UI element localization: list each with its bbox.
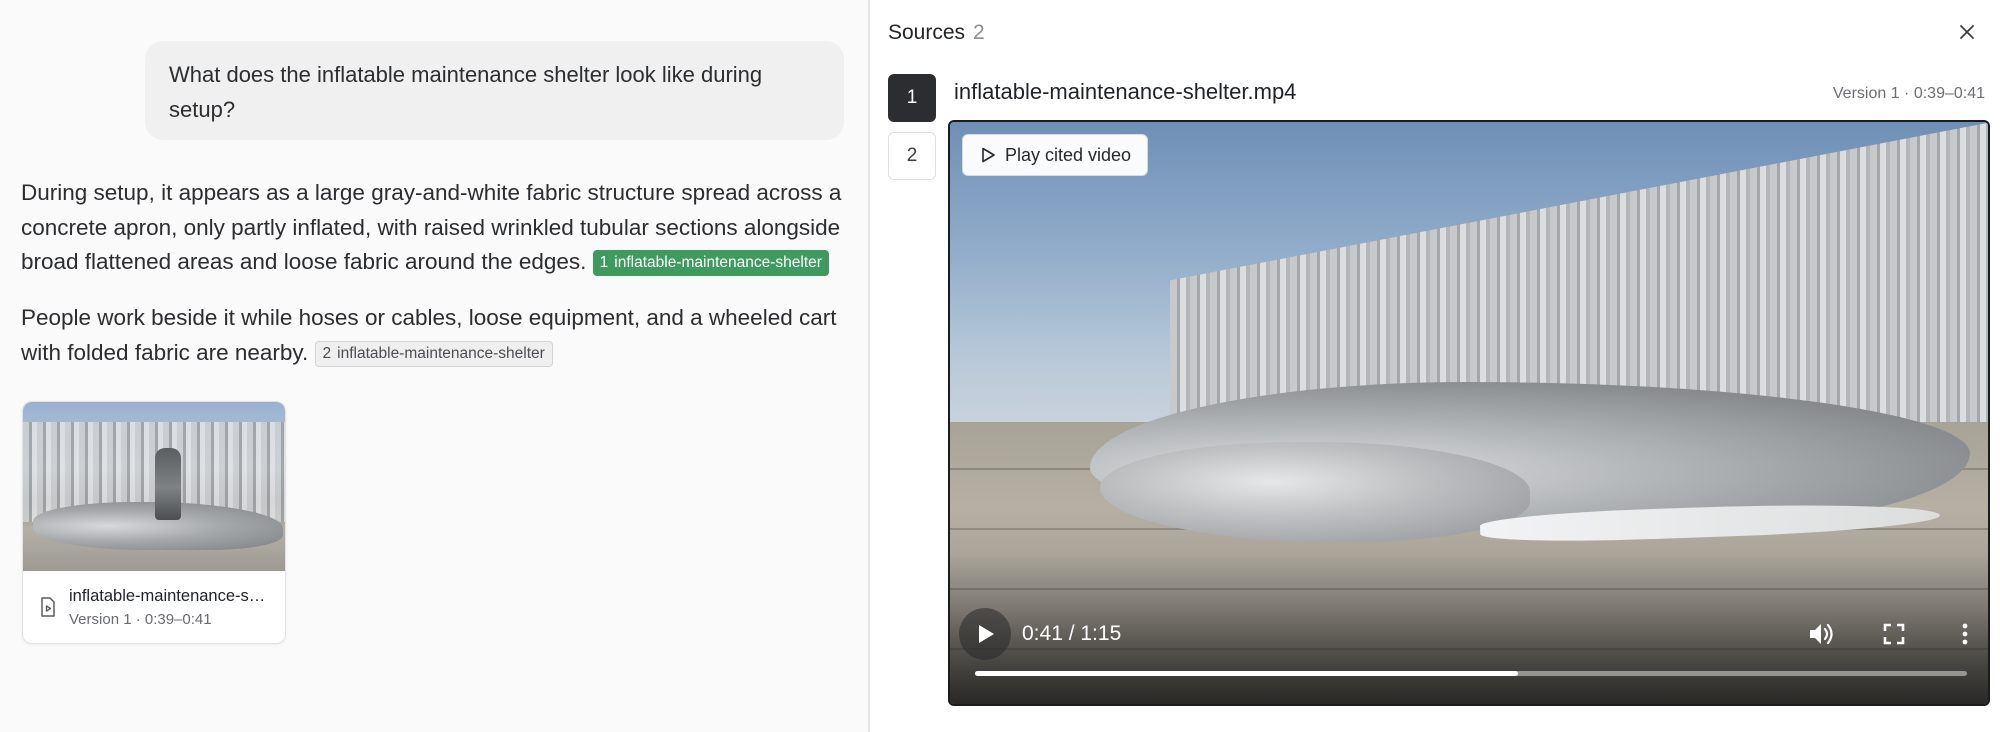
video-player[interactable]: Play cited video 0:41 / 1:15 (948, 120, 1990, 706)
citation-chip-1[interactable]: 1 inflatable-maintenance-shelter (592, 250, 829, 276)
play-icon (979, 625, 994, 643)
video-file-icon (41, 597, 55, 617)
video-progress-bar[interactable] (975, 671, 1967, 676)
source-card-title: inflatable-maintenance-shelter.mp4 (69, 587, 269, 605)
sources-title: Sources (888, 21, 966, 44)
citation-chip-2-number: 2 (322, 344, 332, 362)
close-icon[interactable] (1955, 20, 1979, 44)
source-card-subtitle: Version 1 · 0:39–0:41 (69, 611, 212, 628)
source-card-meta: inflatable-maintenance-shelter.mp4 Versi… (23, 571, 285, 643)
citation-chip-2-label: inflatable-maintenance-shelter (337, 344, 545, 362)
chat-pane: What does the inflatable maintenance she… (0, 0, 868, 732)
user-message-bubble: What does the inflatable maintenance she… (145, 41, 844, 140)
sources-count: 2 (973, 21, 985, 44)
source-tab-2[interactable]: 2 (888, 132, 936, 180)
answer-paragraph-2: People work beside it while hoses or cab… (21, 301, 851, 370)
volume-icon[interactable] (1806, 619, 1836, 649)
video-time-display: 0:41 / 1:15 (1022, 622, 1122, 645)
play-cited-video-label: Play cited video (1005, 145, 1132, 165)
sources-pane: Sources 2 1 2 inflatable-maintenance-shel… (870, 0, 2000, 732)
fullscreen-icon[interactable] (1879, 619, 1909, 649)
source-tab-1[interactable]: 1 (888, 74, 936, 122)
source-card-thumbnail (23, 402, 285, 571)
source-card[interactable]: inflatable-maintenance-shelter.mp4 Versi… (22, 401, 286, 644)
more-vertical-icon[interactable] (1950, 619, 1980, 649)
video-play-button[interactable] (959, 608, 1011, 660)
source-file-title: inflatable-maintenance-shelter.mp4 (954, 79, 1297, 104)
answer-paragraph-1: During setup, it appears as a large gray… (21, 176, 851, 280)
sources-header: Sources 2 (888, 18, 985, 48)
play-cited-video-button[interactable]: Play cited video (962, 134, 1149, 176)
source-file-meta: Version 1 · 0:39–0:41 (1832, 85, 1985, 102)
video-progress-fill (975, 671, 1518, 676)
citation-chip-1-number: 1 (599, 254, 609, 271)
thumbnail-person (155, 448, 181, 520)
play-icon (982, 147, 995, 163)
citation-chip-1-label: inflatable-maintenance-shelter (614, 254, 822, 271)
user-message-text: What does the inflatable maintenance she… (169, 62, 763, 122)
citation-chip-2[interactable]: 2 inflatable-maintenance-shelter (314, 340, 553, 367)
